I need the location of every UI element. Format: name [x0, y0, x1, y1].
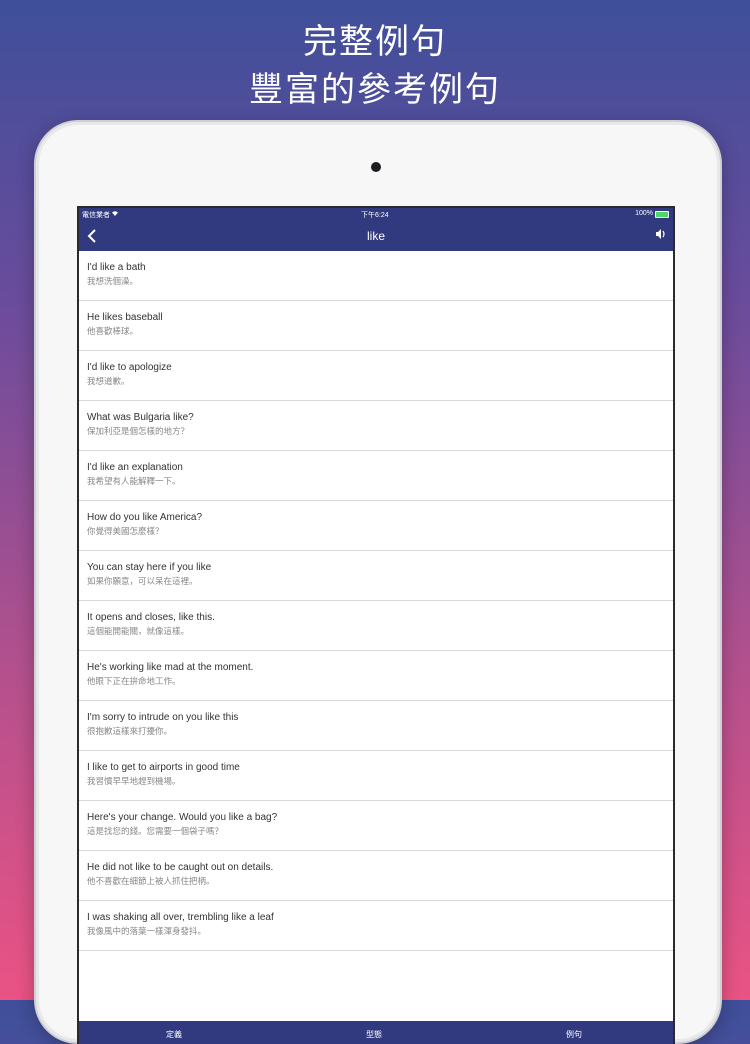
sentence-english: It opens and closes, like this.: [87, 612, 215, 623]
nav-bar: like: [79, 221, 673, 251]
status-time: 下午6:24: [361, 212, 389, 219]
list-item[interactable]: It opens and closes, like this. 這個能開能關，就…: [79, 601, 673, 651]
page-title: like: [366, 229, 385, 243]
sentence-english: How do you like America?: [87, 512, 203, 523]
carrier-label: 電信業者: [82, 212, 110, 219]
sentence-chinese: 我想洗個澡。: [87, 277, 139, 287]
sentence-list: I'd like a bath 我想洗個澡。 He likes baseball…: [79, 251, 673, 951]
list-item[interactable]: I'd like an explanation 我希望有人能解釋一下。: [79, 451, 673, 501]
list-item[interactable]: He did not like to be caught out on deta…: [79, 851, 673, 901]
sentence-chinese: 他喜歡棒球。: [87, 327, 139, 337]
sentence-english: I like to get to airports in good time: [87, 762, 240, 773]
status-bar: 電信業者 下午6:24 100%: [79, 208, 673, 221]
sentence-chinese: 他眼下正在拚命地工作。: [87, 677, 181, 687]
list-item[interactable]: I like to get to airports in good time 我…: [79, 751, 673, 801]
sentence-chinese: 你覺得美國怎麼樣？: [87, 527, 164, 537]
promo-subtitle: 豐富的參考例句: [249, 70, 501, 110]
sentence-chinese: 保加利亞是個怎樣的地方？: [87, 427, 190, 437]
battery-icon: [655, 211, 669, 218]
speaker-icon: [656, 229, 665, 239]
sentence-english: I'd like to apologize: [87, 362, 172, 373]
promo-title: 完整例句: [303, 22, 447, 62]
sentence-english: You can stay here if you like: [87, 562, 212, 573]
list-item[interactable]: Here's your change. Would you like a bag…: [79, 801, 673, 851]
list-item[interactable]: He's working like mad at the moment. 他眼下…: [79, 651, 673, 701]
sentence-english: He did not like to be caught out on deta…: [87, 862, 274, 873]
sentence-chinese: 我想道歉。: [87, 377, 130, 387]
wifi-icon: [111, 210, 119, 218]
sentence-english: He's working like mad at the moment.: [87, 662, 254, 673]
list-item[interactable]: What was Bulgaria like? 保加利亞是個怎樣的地方？: [79, 401, 673, 451]
battery-percent: 100%: [635, 210, 653, 217]
tab-forms[interactable]: 型態: [366, 1029, 382, 1040]
app-screen: 電信業者 下午6:24 100% like I'd like a bath 我想…: [77, 206, 675, 1044]
tab-definition[interactable]: 定義: [166, 1029, 182, 1040]
sentence-chinese: 很抱歉這樣來打擾你。: [87, 727, 173, 737]
sentence-english: I'd like an explanation: [87, 462, 183, 473]
list-item[interactable]: I'm sorry to intrude on you like this 很抱…: [79, 701, 673, 751]
tab-bar: 定義 型態 例句: [79, 1021, 673, 1044]
sentence-chinese: 我習慣早早地趕到機場。: [87, 777, 181, 787]
sentence-english: I was shaking all over, trembling like a…: [87, 912, 274, 923]
sentence-chinese: 我像風中的落葉一樣渾身發抖。: [87, 927, 207, 937]
sentence-english: What was Bulgaria like?: [87, 412, 194, 423]
sentence-english: He likes baseball: [87, 312, 163, 323]
sentence-english: Here's your change. Would you like a bag…: [87, 812, 278, 823]
camera-dot: [371, 162, 381, 172]
speaker-button[interactable]: [655, 228, 667, 243]
list-item[interactable]: I was shaking all over, trembling like a…: [79, 901, 673, 951]
sentence-english: I'm sorry to intrude on you like this: [87, 712, 239, 723]
sentence-english: I'd like a bath: [87, 262, 146, 273]
list-item[interactable]: I'd like to apologize 我想道歉。: [79, 351, 673, 401]
sentence-chinese: 這是找您的錢。您需要一個袋子嗎？: [87, 827, 224, 837]
tab-examples[interactable]: 例句: [566, 1029, 582, 1040]
sentence-chinese: 這個能開能關，就像這樣。: [87, 627, 190, 637]
sentence-chinese: 他不喜歡在細節上被人抓住把柄。: [87, 877, 215, 887]
list-item[interactable]: How do you like America? 你覺得美國怎麼樣？: [79, 501, 673, 551]
ipad-frame: 電信業者 下午6:24 100% like I'd like a bath 我想…: [34, 120, 722, 1044]
sentence-chinese: 如果你願意，可以呆在這裡。: [87, 577, 198, 587]
list-item[interactable]: He likes baseball 他喜歡棒球。: [79, 301, 673, 351]
list-item[interactable]: You can stay here if you like 如果你願意，可以呆在…: [79, 551, 673, 601]
list-item[interactable]: I'd like a bath 我想洗個澡。: [79, 251, 673, 301]
sentence-chinese: 我希望有人能解釋一下。: [87, 477, 181, 487]
